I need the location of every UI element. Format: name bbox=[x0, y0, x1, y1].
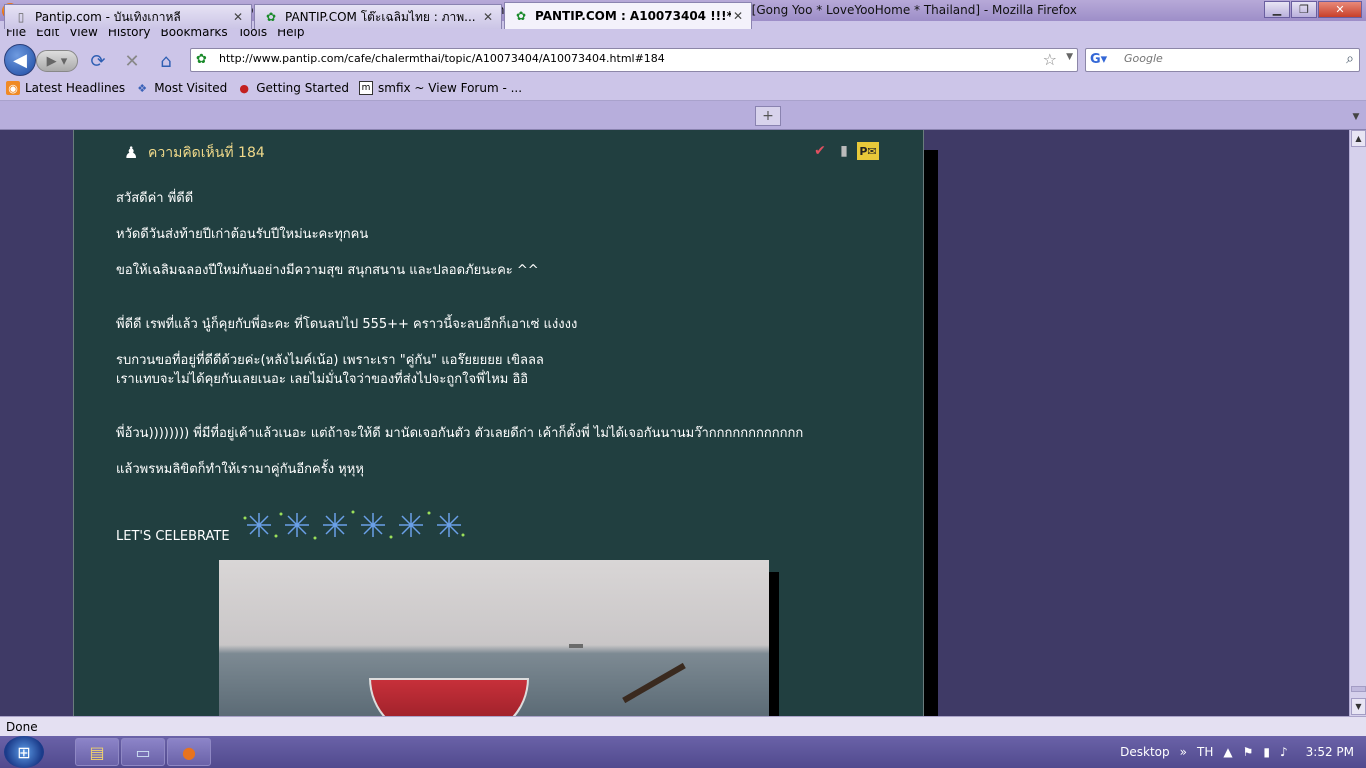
post-line: ขอให้เฉลิมฉลองปีใหม่กันอย่างมีความสุข สน… bbox=[116, 263, 539, 278]
close-button[interactable]: ✕ bbox=[1318, 1, 1362, 18]
comment-tools: ✔ ▮ P✉ bbox=[807, 142, 879, 160]
vote-check-icon[interactable]: ✔ bbox=[809, 142, 831, 160]
new-tab-button[interactable]: + bbox=[755, 106, 781, 126]
post-line: สวัสดีค่า พี่ดีดี bbox=[116, 191, 194, 206]
stop-icon[interactable]: ✕ bbox=[122, 51, 142, 72]
desktop-toolbar-label[interactable]: Desktop bbox=[1120, 745, 1170, 759]
tab-label: PANTIP.COM : A10073404 !!!***L... bbox=[535, 9, 731, 23]
minimize-button[interactable]: ▁ bbox=[1264, 1, 1290, 18]
scroll-down-icon[interactable]: ▼ bbox=[1351, 698, 1366, 715]
fireworks-image bbox=[243, 510, 465, 540]
tab-close-icon[interactable]: ✕ bbox=[231, 10, 245, 24]
windows-taskbar: ⊞ ▤ ▭ ● Desktop » TH ▲ ⚑ ▮ ♪ 3:52 PM bbox=[0, 736, 1366, 768]
tab-pantip-korea[interactable]: ▯ Pantip.com - บันเทิงเกาหลี ✕ bbox=[4, 4, 252, 29]
status-text: Done bbox=[6, 720, 38, 734]
firefox-icon: ● bbox=[239, 81, 250, 95]
post-line: LET'S CELEBRATE bbox=[116, 529, 230, 544]
chevron-icon[interactable]: » bbox=[1180, 745, 1187, 759]
post-line: รบกวนขอที่อยู่ที่ดีดีด้วยค่ะ(หลังไมค์เน้… bbox=[116, 353, 544, 368]
private-message-icon[interactable]: P✉ bbox=[857, 142, 879, 160]
page-viewport[interactable]: ♟ ความคิดเห็นที่ 184 ✔ ▮ P✉ สวัสดีค่า พี… bbox=[0, 130, 1349, 716]
tab-label: PANTIP.COM โต๊ะเฉลิมไทย : ภาพ... bbox=[285, 9, 476, 24]
bookmark-label: Most Visited bbox=[154, 81, 228, 95]
comment-header: ♟ ความคิดเห็นที่ 184 bbox=[124, 142, 265, 164]
back-button[interactable]: ◀ bbox=[4, 44, 36, 76]
post-shadow bbox=[924, 150, 938, 716]
user-avatar-icon: ♟ bbox=[124, 143, 139, 162]
photo-shadow bbox=[769, 572, 779, 716]
bookmark-label: smfix ~ View Forum - ... bbox=[378, 81, 523, 95]
show-hidden-icons-icon[interactable]: ▲ bbox=[1223, 745, 1232, 759]
maximize-button[interactable]: ❐ bbox=[1291, 1, 1317, 18]
post-line: หวัดดีวันส่งท้ายปีเก่าต้อนรับปีใหม่นะคะท… bbox=[116, 227, 369, 242]
system-tray: Desktop » TH ▲ ⚑ ▮ ♪ 3:52 PM bbox=[1110, 736, 1366, 768]
site-favicon-icon: ✿ bbox=[265, 10, 277, 24]
tab-label: Pantip.com - บันเทิงเกาหลี bbox=[35, 9, 181, 24]
page-icon: ▯ bbox=[17, 10, 25, 24]
navigation-toolbar: ◀ ▶ ▾ ⟳ ✕ ⌂ ✿ ☆ ▼ G▾ ⌕ bbox=[0, 42, 1366, 76]
search-bar[interactable]: G▾ ⌕ bbox=[1085, 48, 1360, 72]
bookmark-most-visited[interactable]: ❖ Most Visited bbox=[135, 81, 227, 95]
post-line: แล้วพรหมลิขิตก็ทำให้เรามาคู่กันอีกครั้ง … bbox=[116, 462, 364, 477]
clock[interactable]: 3:52 PM bbox=[1306, 745, 1354, 759]
cocktail-glass-shape bbox=[369, 678, 529, 716]
tab-close-icon[interactable]: ✕ bbox=[481, 10, 495, 24]
bookmark-label: Latest Headlines bbox=[25, 81, 126, 95]
action-center-flag-icon[interactable]: ⚑ bbox=[1243, 745, 1254, 759]
bookmark-getting-started[interactable]: ● Getting Started bbox=[237, 81, 349, 95]
home-icon[interactable]: ⌂ bbox=[156, 51, 176, 72]
bookmark-star-icon[interactable]: ☆ bbox=[1043, 50, 1057, 69]
language-indicator[interactable]: TH bbox=[1197, 745, 1213, 759]
scroll-up-icon[interactable]: ▲ bbox=[1351, 130, 1366, 147]
search-input[interactable] bbox=[1124, 52, 1324, 65]
bookmarks-toolbar: ◉ Latest Headlines ❖ Most Visited ● Gett… bbox=[0, 76, 1366, 101]
vertical-scrollbar[interactable]: ▲ ▼ bbox=[1349, 130, 1366, 716]
tab-pantip-chalermthai[interactable]: ✿ PANTIP.COM โต๊ะเฉลิมไทย : ภาพ... ✕ bbox=[254, 4, 502, 29]
tab-bar bbox=[0, 101, 1366, 130]
bookmark-smfix[interactable]: m smfix ~ View Forum - ... bbox=[359, 81, 522, 95]
status-bar: Done bbox=[0, 716, 1366, 736]
url-dropdown-icon[interactable]: ▼ bbox=[1066, 52, 1073, 62]
forward-button[interactable]: ▶ ▾ bbox=[36, 50, 78, 72]
start-button[interactable]: ⊞ bbox=[4, 736, 44, 768]
firefox-taskbar-button[interactable]: ● bbox=[167, 738, 211, 766]
post-line: พี่ดีดี เรพที่แล้ว นู๋ก็คุยกับพี่อะคะ ที… bbox=[116, 317, 578, 332]
site-favicon-icon: ✿ bbox=[196, 52, 207, 67]
comment-post: ♟ ความคิดเห็นที่ 184 ✔ ▮ P✉ สวัสดีค่า พี… bbox=[73, 130, 924, 716]
tab-pantip-topic[interactable]: ✿ PANTIP.COM : A10073404 !!!***L... ✕ bbox=[504, 2, 752, 29]
address-bar[interactable]: ✿ ☆ ▼ bbox=[190, 48, 1078, 72]
reload-icon[interactable]: ⟳ bbox=[88, 51, 108, 72]
battery-icon[interactable]: ▮ bbox=[1263, 745, 1270, 759]
firefox-icon: ● bbox=[182, 742, 196, 762]
scroll-thumb[interactable] bbox=[1351, 686, 1366, 692]
back-arrow-icon: ◀ bbox=[13, 49, 27, 71]
folder-icon: ▤ bbox=[89, 742, 105, 762]
forward-arrow-icon: ▶ ▾ bbox=[46, 53, 68, 69]
sea-drink-photo bbox=[219, 560, 769, 716]
explorer-taskbar-button[interactable]: ▤ bbox=[75, 738, 119, 766]
bookmark-latest-headlines[interactable]: ◉ Latest Headlines bbox=[6, 81, 125, 95]
straw-shape bbox=[622, 662, 686, 704]
google-engine-icon[interactable]: G▾ bbox=[1090, 52, 1107, 68]
page-icon: m bbox=[359, 81, 374, 95]
island-shape bbox=[569, 644, 583, 648]
bookmark-icon: ❖ bbox=[137, 81, 148, 95]
trash-icon[interactable]: ▮ bbox=[833, 142, 855, 160]
tab-close-icon[interactable]: ✕ bbox=[731, 9, 745, 23]
notepad-taskbar-button[interactable]: ▭ bbox=[121, 738, 165, 766]
volume-icon[interactable]: ♪ bbox=[1280, 745, 1288, 759]
post-line: พี่อ้วน)))))))) พี่มีที่อยู่เค้าแล้วเนอะ… bbox=[116, 426, 804, 441]
window-icon: ▭ bbox=[135, 742, 151, 762]
window-controls: ▁ ❐ ✕ bbox=[1263, 1, 1362, 18]
tab-list-dropdown-icon[interactable]: ▼ bbox=[1348, 107, 1364, 127]
search-icon[interactable]: ⌕ bbox=[1346, 51, 1354, 67]
post-line: เราแทบจะไม่ได้คุยกันเลยเนอะ เลยไม่มั่นใจ… bbox=[116, 372, 529, 387]
site-favicon-icon: ✿ bbox=[515, 9, 527, 23]
rss-icon: ◉ bbox=[6, 81, 20, 95]
comment-number: ความคิดเห็นที่ 184 bbox=[148, 145, 265, 161]
bookmark-label: Getting Started bbox=[256, 81, 350, 95]
url-input[interactable] bbox=[219, 52, 1019, 65]
windows-logo-icon: ⊞ bbox=[17, 742, 31, 762]
